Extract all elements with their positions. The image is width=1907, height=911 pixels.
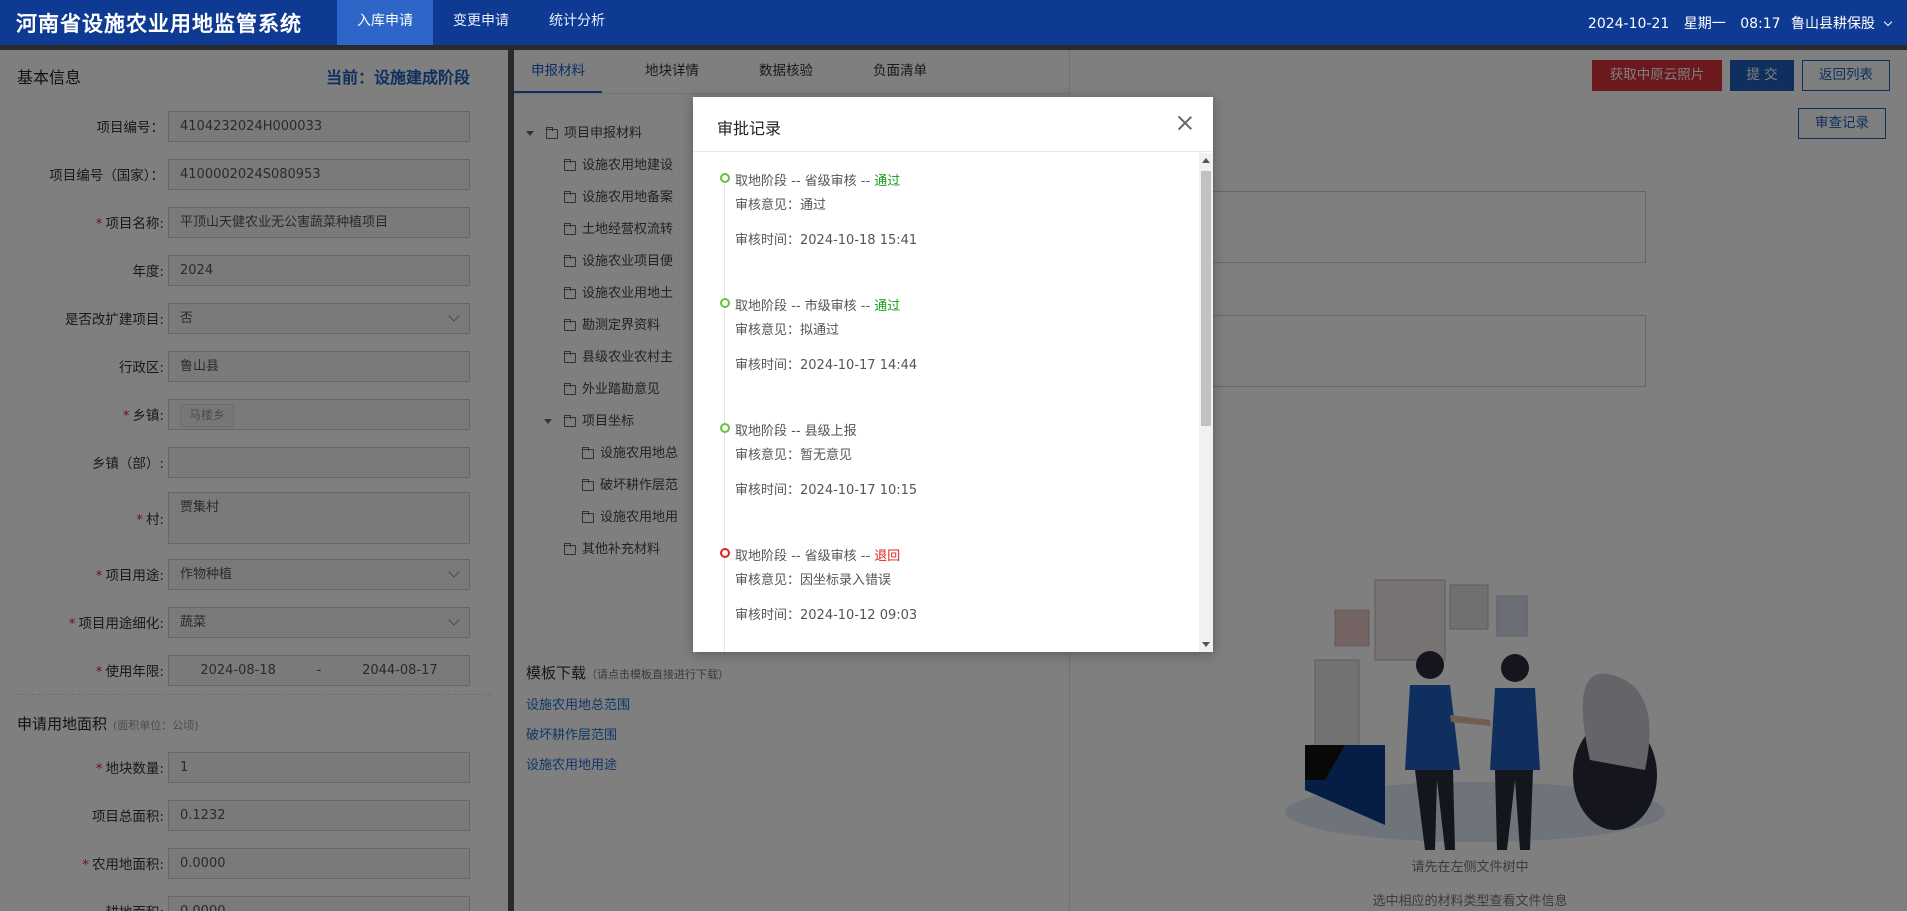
record-time: 审核时间：2024-10-18 15:41 <box>735 223 1191 258</box>
header-time: 08:17 <box>1740 16 1781 32</box>
record-opinion: 审核意见：因坐标录入错误 <box>735 563 1191 598</box>
dialog-body: 取地阶段 -- 省级审核 -- 通过 审核意见：通过 审核时间：2024-10-18… <box>693 153 1213 652</box>
header-weekday: 星期一 <box>1683 16 1726 32</box>
record-status: 退回 <box>874 549 901 564</box>
time-label: 审核时间： <box>735 608 801 623</box>
dialog-header: 审批记录 <box>693 97 1213 152</box>
dialog-title: 审批记录 <box>717 119 782 138</box>
main-nav: 入库申请 变更申请 统计分析 <box>337 0 625 45</box>
time-label: 审核时间： <box>735 483 801 498</box>
approval-record: 取地阶段 -- 省级审核 -- 退回 审核意见：因坐标录入错误 审核时间：2024-… <box>720 528 1191 652</box>
app-title: 河南省设施农业用地监管系统 <box>16 12 302 36</box>
top-header: 河南省设施农业用地监管系统 入库申请 变更申请 统计分析 2024-10-21 … <box>0 0 1907 45</box>
timeline-records: 取地阶段 -- 省级审核 -- 通过 审核意见：通过 审核时间：2024-10-18… <box>720 153 1191 652</box>
record-time: 审核时间：2024-10-17 10:15 <box>735 473 1191 508</box>
record-stage: 取地阶段 -- 省级审核 -- 通过 <box>735 153 1191 189</box>
scrollbar-thumb[interactable] <box>1201 171 1211 426</box>
chevron-down-icon <box>1883 17 1893 27</box>
approval-record: 取地阶段 -- 省级审核 -- 通过 审核意见：通过 审核时间：2024-10-18… <box>720 153 1191 278</box>
scroll-up-arrow-icon[interactable] <box>1202 158 1210 163</box>
record-stage: 取地阶段 -- 市级审核 -- 通过 <box>735 278 1191 314</box>
close-icon[interactable] <box>1177 115 1193 131</box>
record-time: 审核时间：2024-10-12 09:03 <box>735 598 1191 633</box>
record-opinion: 审核意见：拟通过 <box>735 313 1191 348</box>
status-dot-icon <box>720 173 730 183</box>
opinion-value: 暂无意见 <box>800 448 853 463</box>
record-stage-text: 取地阶段 -- 县级上报 <box>735 424 857 439</box>
time-label: 审核时间： <box>735 358 801 373</box>
approval-record: 取地阶段 -- 市级审核 -- 通过 审核意见：拟通过 审核时间：2024-10-1… <box>720 278 1191 403</box>
record-stage-text: 取地阶段 -- 市级审核 -- <box>735 299 875 314</box>
opinion-label: 审核意见： <box>735 198 801 213</box>
status-dot-icon <box>720 548 730 558</box>
approval-timeline: 取地阶段 -- 省级审核 -- 通过 审核意见：通过 审核时间：2024-10-18… <box>720 153 1191 652</box>
scroll-down-arrow-icon[interactable] <box>1202 642 1210 647</box>
record-time: 审核时间：2024-10-17 14:44 <box>735 348 1191 383</box>
opinion-value: 因坐标录入错误 <box>800 573 892 588</box>
approval-records-dialog: 审批记录 取地阶段 -- 省级审核 -- 通过 审核意见：通过 审核时间：2024-… <box>693 97 1213 652</box>
status-dot-icon <box>720 423 730 433</box>
time-label: 审核时间： <box>735 233 801 248</box>
time-value: 2024-10-17 14:44 <box>800 358 918 373</box>
time-value: 2024-10-12 09:03 <box>800 608 918 623</box>
nav-item-inbound[interactable]: 入库申请 <box>337 0 433 45</box>
status-dot-icon <box>720 298 730 308</box>
record-stage-text: 取地阶段 -- 省级审核 -- <box>735 174 875 189</box>
nav-item-statistics[interactable]: 统计分析 <box>529 0 625 45</box>
opinion-value: 拟通过 <box>800 323 840 338</box>
opinion-value: 通过 <box>800 198 827 213</box>
user-name: 鲁山县耕保股 <box>1791 16 1875 32</box>
record-opinion: 审核意见：暂无意见 <box>735 438 1191 473</box>
record-stage: 取地阶段 -- 县级上报 <box>735 403 1191 439</box>
header-date: 2024-10-21 <box>1587 16 1670 32</box>
record-status: 通过 <box>874 174 901 189</box>
record-stage: 取地阶段 -- 省级审核 -- 退回 <box>735 528 1191 564</box>
record-opinion: 审核意见：通过 <box>735 188 1191 223</box>
nav-item-change[interactable]: 变更申请 <box>433 0 529 45</box>
header-status: 2024-10-21 星期一 08:17 鲁山县耕保股 <box>1578 13 1893 33</box>
time-value: 2024-10-18 15:41 <box>800 233 918 248</box>
record-stage-text: 取地阶段 -- 省级审核 -- <box>735 549 875 564</box>
time-value: 2024-10-17 10:15 <box>800 483 918 498</box>
approval-record: 取地阶段 -- 县级上报 审核意见：暂无意见 审核时间：2024-10-17 10:… <box>720 403 1191 528</box>
opinion-label: 审核意见： <box>735 448 801 463</box>
opinion-label: 审核意见： <box>735 573 801 588</box>
user-menu[interactable]: 鲁山县耕保股 <box>1791 16 1893 32</box>
opinion-label: 审核意见： <box>735 323 801 338</box>
dialog-scrollbar[interactable] <box>1199 153 1213 652</box>
record-status: 通过 <box>874 299 901 314</box>
